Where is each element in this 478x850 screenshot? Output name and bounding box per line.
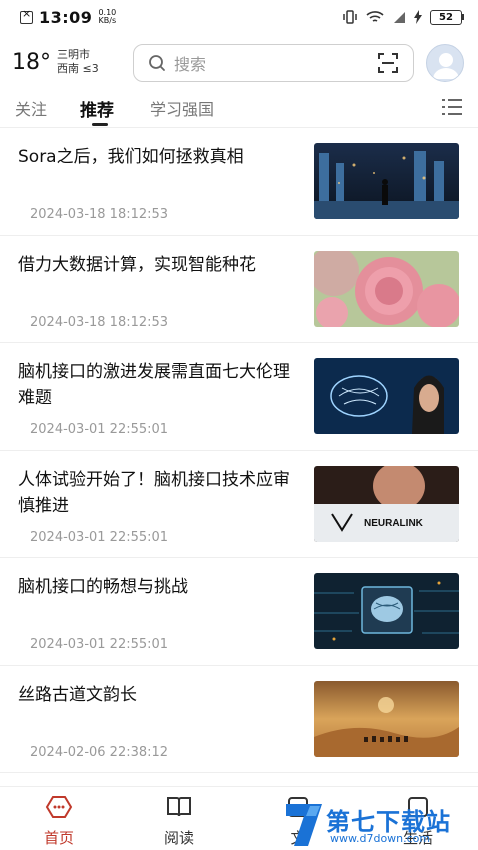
news-item[interactable]: 脑机接口的激进发展需直面七大伦理难题 2024-03-01 22:55:01 bbox=[0, 343, 478, 451]
watermark-logo-icon bbox=[286, 804, 322, 846]
news-title: 脑机接口的激进发展需直面七大伦理难题 bbox=[18, 362, 290, 408]
nav-read[interactable]: 阅读 bbox=[149, 795, 209, 848]
news-date: 2024-03-01 22:55:01 bbox=[30, 637, 169, 652]
news-item[interactable]: 脑机接口的畅想与挑战 2024-03-01 22:55:01 bbox=[0, 558, 478, 666]
vibrate-icon bbox=[343, 10, 357, 24]
rose-image bbox=[314, 250, 459, 327]
network-speed: 0.10 KB/s bbox=[98, 8, 117, 25]
news-item[interactable]: 丝路古道文韵长 2024-02-06 22:38:12 bbox=[0, 666, 478, 773]
scan-icon[interactable] bbox=[377, 52, 399, 74]
search-input[interactable]: 搜索 bbox=[133, 44, 414, 82]
city-name: 三明市 bbox=[57, 48, 90, 61]
tab-xuexi[interactable]: 学习强国 bbox=[150, 96, 214, 120]
nav-home-label: 首页 bbox=[43, 829, 74, 847]
brain-chip-image bbox=[314, 573, 459, 649]
city-figure-image bbox=[314, 143, 459, 219]
news-title: 借力大数据计算，实现智能种花 bbox=[18, 254, 256, 275]
news-feed: Sora之后，我们如何拯救真相 2024-03-18 18:12:53 借力大数… bbox=[0, 128, 478, 773]
user-icon bbox=[433, 53, 459, 79]
neuralink-logo-text: NEURALINK bbox=[364, 518, 424, 529]
news-title: 丝路古道文韵长 bbox=[18, 684, 137, 705]
news-item[interactable]: Sora之后，我们如何拯救真相 2024-03-18 18:12:53 bbox=[0, 128, 478, 236]
news-title: 脑机接口的畅想与挑战 bbox=[18, 577, 188, 597]
search-icon bbox=[149, 55, 165, 71]
weather-widget[interactable]: 18° 三明市 西南 ≤3 bbox=[12, 48, 99, 76]
desert-caravan-image bbox=[314, 680, 459, 757]
tab-follow[interactable]: 关注 bbox=[15, 96, 47, 120]
active-tab-indicator bbox=[92, 123, 108, 126]
status-bar: 13:09 0.10 KB/s 52 bbox=[0, 0, 478, 34]
nav-read-label: 阅读 bbox=[163, 829, 194, 847]
channel-tabs: 关注 推荐 学习强国 bbox=[0, 92, 478, 128]
home-icon bbox=[45, 796, 73, 818]
watermark-url: www.d7down.com bbox=[330, 832, 431, 845]
news-date: 2024-03-01 22:55:01 bbox=[30, 529, 169, 545]
menu-icon[interactable] bbox=[442, 98, 462, 116]
neuralink-image: NEURALINK bbox=[314, 465, 459, 542]
battery-icon: 52 bbox=[430, 9, 464, 25]
news-title: Sora之后，我们如何拯救真相 bbox=[18, 147, 244, 167]
news-item[interactable]: 借力大数据计算，实现智能种花 2024-03-18 18:12:53 bbox=[0, 236, 478, 343]
tab-recommend[interactable]: 推荐 bbox=[80, 96, 114, 121]
charging-icon bbox=[414, 10, 422, 24]
search-placeholder: 搜索 bbox=[174, 55, 207, 74]
brain-woman-image bbox=[314, 358, 459, 434]
status-time: 13:09 bbox=[39, 7, 93, 27]
temperature: 18° bbox=[12, 49, 51, 75]
app-header: 18° 三明市 西南 ≤3 搜索 bbox=[0, 40, 478, 84]
news-date: 2024-03-18 18:12:53 bbox=[30, 314, 169, 330]
signal-icon bbox=[394, 12, 405, 23]
notification-icon bbox=[20, 7, 33, 24]
news-title: 人体试验开始了！脑机接口技术应审慎推进 bbox=[18, 469, 290, 516]
news-date: 2024-03-01 22:55:01 bbox=[30, 422, 169, 437]
news-date: 2024-02-06 22:38:12 bbox=[30, 744, 169, 760]
avatar[interactable] bbox=[426, 44, 464, 82]
news-item[interactable]: 人体试验开始了！脑机接口技术应审慎推进 2024-03-01 22:55:01 … bbox=[0, 451, 478, 558]
wind-info: 西南 ≤3 bbox=[57, 62, 99, 75]
news-date: 2024-03-18 18:12:53 bbox=[30, 207, 169, 222]
nav-home[interactable]: 首页 bbox=[29, 795, 89, 848]
site-watermark: 第七下载站 www.d7down.com bbox=[278, 798, 478, 850]
wifi-icon bbox=[366, 11, 384, 22]
book-icon bbox=[167, 797, 191, 817]
